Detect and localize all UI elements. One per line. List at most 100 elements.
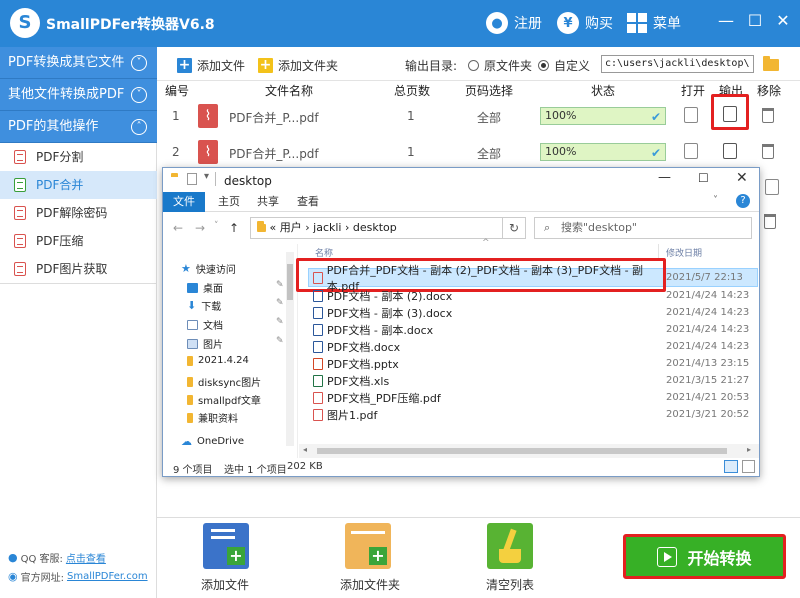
- start-convert-button[interactable]: 开始转换: [623, 534, 786, 579]
- sidebar-category-pdf-to-other[interactable]: PDF转换成其它文件 ˅: [0, 47, 157, 79]
- trash-icon[interactable]: [762, 108, 774, 123]
- scrollbar-thumb[interactable]: [287, 264, 293, 300]
- back-arrow-icon[interactable]: ←: [173, 221, 183, 235]
- breadcrumb-desktop[interactable]: desktop: [353, 221, 397, 234]
- address-path-field[interactable]: « 用户 › jackli › desktop: [250, 217, 526, 239]
- scrollbar-thumb[interactable]: [317, 448, 727, 454]
- clear-list-button[interactable]: [487, 523, 533, 569]
- breadcrumb-jackli[interactable]: jackli: [313, 221, 341, 234]
- register-button[interactable]: ● 注册: [486, 11, 542, 35]
- open-file-icon[interactable]: [684, 143, 698, 159]
- browse-folder-icon[interactable]: [763, 56, 779, 71]
- minimize-icon[interactable]: —: [658, 170, 671, 185]
- breadcrumb-users[interactable]: 用户: [280, 221, 302, 234]
- nav-folder-disksync[interactable]: disksync图片: [187, 374, 261, 389]
- maximize-icon[interactable]: ☐: [744, 10, 766, 32]
- row-num: 2: [172, 145, 180, 159]
- search-input[interactable]: 搜索"desktop": [534, 217, 752, 239]
- trash-icon[interactable]: [764, 214, 776, 229]
- close-icon[interactable]: ✕: [736, 170, 748, 186]
- category-label: PDF转换成其它文件: [8, 55, 125, 70]
- output-folder-icon[interactable]: [723, 106, 737, 122]
- horizontal-scrollbar[interactable]: ◂ ▸: [299, 444, 759, 458]
- refresh-icon[interactable]: ↻: [502, 217, 526, 239]
- sidebar-item-pdf-merge[interactable]: PDF合并: [0, 171, 157, 199]
- tab-view[interactable]: 查看: [287, 192, 329, 212]
- row-range[interactable]: 全部: [477, 109, 501, 126]
- file-row[interactable]: PDF文档.pptx: [313, 355, 665, 372]
- nav-quick-access[interactable]: ★ 快速访问: [181, 261, 236, 276]
- tab-share[interactable]: 共享: [247, 192, 289, 212]
- menu-button[interactable]: 菜单: [627, 11, 681, 35]
- file-row[interactable]: PDF文档.xls: [313, 372, 665, 389]
- file-row[interactable]: PDF文档.docx: [313, 338, 665, 355]
- recent-dropdown-icon[interactable]: ˅: [214, 221, 219, 231]
- pdf-file-icon: [14, 234, 26, 248]
- file-row[interactable]: PDF文档 - 副本 (3).docx: [313, 304, 665, 321]
- sidebar-item-label: PDF分割: [36, 150, 84, 164]
- help-icon[interactable]: ?: [736, 194, 750, 208]
- col-header-remove: 移除: [757, 84, 782, 98]
- col-header-num: 编号: [165, 84, 190, 98]
- row-range[interactable]: 全部: [477, 145, 501, 162]
- nav-onedrive[interactable]: ☁ OneDrive: [181, 435, 244, 448]
- open-file-icon[interactable]: [684, 107, 698, 123]
- open-file-icon[interactable]: [765, 179, 779, 195]
- download-icon: ⬇: [187, 299, 197, 312]
- nav-documents[interactable]: 文档: [187, 317, 223, 332]
- large-icons-view-icon[interactable]: [742, 460, 755, 473]
- sidebar-item-pdf-split[interactable]: PDF分割: [0, 143, 157, 171]
- sidebar-category-other-to-pdf[interactable]: 其他文件转换成PDF ˅: [0, 79, 157, 111]
- sidebar-item-pdf-image-extract[interactable]: PDF图片获取: [0, 255, 157, 283]
- file-date: 2021/3/15 21:27: [666, 375, 750, 386]
- site-link[interactable]: SmallPDFer.com: [67, 571, 148, 582]
- file-row[interactable]: 图片1.pdf: [313, 406, 665, 423]
- nav-desktop[interactable]: 桌面: [187, 280, 223, 295]
- details-view-icon[interactable]: [724, 460, 738, 473]
- buy-label: 购买: [585, 16, 613, 32]
- minimize-icon[interactable]: —: [715, 10, 737, 32]
- up-arrow-icon[interactable]: ↑: [229, 221, 239, 235]
- sidebar-category-pdf-other-ops[interactable]: PDF的其他操作 ˄: [0, 111, 157, 143]
- pdf-file-icon: [313, 408, 323, 421]
- output-folder-icon[interactable]: [723, 143, 737, 159]
- close-icon[interactable]: ✕: [772, 10, 794, 32]
- nav-folder-smallpdf[interactable]: smallpdf文章: [187, 392, 261, 407]
- file-row[interactable]: PDF文档_PDF压缩.pdf: [313, 389, 665, 406]
- trash-icon[interactable]: [762, 144, 774, 159]
- scroll-left-icon[interactable]: ◂: [303, 445, 307, 454]
- nav-folder-parttime[interactable]: 兼职资料: [187, 410, 238, 425]
- bottom-add-file-button[interactable]: +: [203, 523, 249, 569]
- nav-pictures[interactable]: 图片: [187, 336, 223, 351]
- quick-access-dropdown-icon[interactable]: ▾: [204, 171, 209, 182]
- add-folder-button[interactable]: + 添加文件夹: [258, 56, 338, 74]
- file-name: PDF文档.docx: [327, 340, 401, 354]
- file-row[interactable]: PDF合并_PDF文档 - 副本 (2)_PDF文档 - 副本 (3)_PDF文…: [313, 264, 665, 293]
- forward-arrow-icon[interactable]: →: [195, 221, 205, 235]
- tab-home[interactable]: 主页: [208, 192, 250, 212]
- add-file-button[interactable]: + 添加文件: [177, 56, 245, 74]
- radio-source-folder[interactable]: 原文件夹: [468, 56, 532, 74]
- col-header-date[interactable]: 修改日期: [666, 246, 702, 259]
- bottom-add-folder-button[interactable]: +: [345, 523, 391, 569]
- file-row[interactable]: PDF文档 - 副本 (2).docx: [313, 287, 665, 304]
- pdf-file-icon: ⌇: [198, 140, 218, 164]
- maximize-icon[interactable]: ☐: [698, 171, 709, 185]
- nav-scrollbar[interactable]: [286, 252, 294, 446]
- nav-downloads[interactable]: ⬇ 下载: [187, 298, 221, 313]
- radio-custom[interactable]: 自定义: [538, 56, 590, 74]
- chevron-down-icon[interactable]: ˅: [713, 195, 718, 206]
- file-row[interactable]: PDF文档 - 副本.docx: [313, 321, 665, 338]
- column-divider: [658, 244, 659, 258]
- output-path-field[interactable]: c:\users\jackli\desktop\: [601, 55, 754, 73]
- properties-icon[interactable]: [187, 173, 197, 185]
- qq-link[interactable]: 点击查看: [66, 550, 106, 565]
- tab-file[interactable]: 文件: [163, 192, 205, 212]
- sidebar-item-pdf-compress[interactable]: PDF压缩: [0, 227, 157, 255]
- nav-folder-2021[interactable]: 2021.4.24: [187, 355, 249, 366]
- breadcrumb-overflow[interactable]: «: [270, 221, 277, 234]
- scroll-right-icon[interactable]: ▸: [747, 445, 751, 454]
- pdf-file-icon: [313, 391, 323, 404]
- sidebar-item-pdf-unlock[interactable]: PDF解除密码: [0, 199, 157, 227]
- buy-button[interactable]: ¥ 购买: [557, 11, 613, 35]
